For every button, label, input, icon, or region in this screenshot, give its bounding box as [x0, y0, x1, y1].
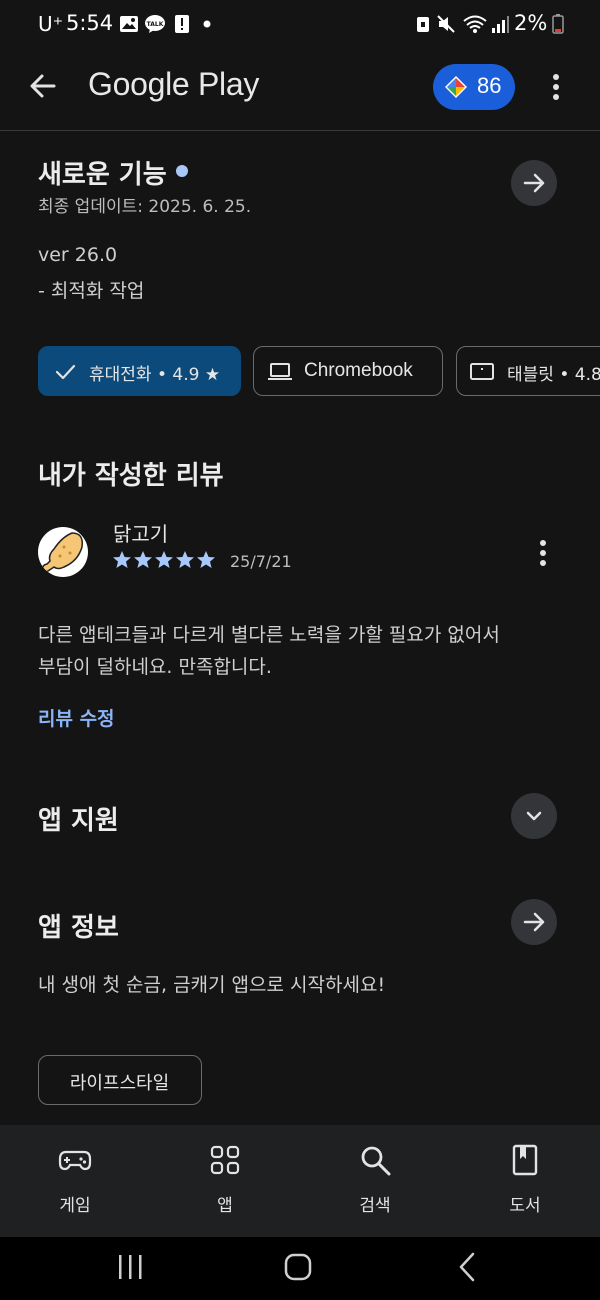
nav-search-label: 검색	[359, 1196, 391, 1216]
chicken-leg-icon	[42, 532, 84, 573]
review-more-button[interactable]	[531, 535, 555, 571]
battery-percent: 2%	[514, 11, 548, 35]
star-icon	[134, 551, 152, 568]
more-vert-icon	[553, 74, 559, 100]
back-button[interactable]	[24, 66, 64, 106]
recents-icon	[119, 1255, 142, 1279]
signal-icon	[492, 16, 509, 33]
chip-chromebook[interactable]: Chromebook	[253, 346, 443, 396]
chip-phone-label: 휴대전화 • 4.9 ★	[89, 365, 221, 385]
play-points-count: 86	[477, 73, 502, 98]
chip-tablet-label: 태블릿 • 4.8	[507, 365, 600, 385]
star-icon	[197, 551, 215, 568]
battery-icon	[552, 14, 564, 34]
edit-review-link[interactable]: 리뷰 수정	[38, 704, 115, 731]
home-icon	[284, 1253, 312, 1281]
recent-apps-button[interactable]	[110, 1251, 150, 1283]
book-icon	[512, 1144, 538, 1176]
app-info-title: 앱 정보	[38, 913, 119, 943]
review-text-line2: 부담이 덜하네요. 만족합니다.	[38, 656, 272, 678]
app-description: 내 생애 첫 순금, 금캐기 앱으로 시작하세요!	[38, 974, 386, 996]
system-back-button[interactable]	[448, 1250, 488, 1284]
review-author: 닭고기	[113, 522, 169, 546]
svg-text:TALK: TALK	[147, 21, 164, 28]
app-support-expand-button[interactable]	[511, 793, 557, 839]
app-title: Google Play	[88, 66, 260, 102]
gamepad-icon	[58, 1150, 92, 1171]
status-bar: U⁺ 5:54 TALK 2%	[0, 0, 600, 48]
arrow-forward-icon	[523, 912, 545, 932]
wifi-icon	[463, 15, 487, 33]
nav-apps[interactable]: 앱	[175, 1125, 275, 1237]
avatar	[38, 527, 88, 577]
more-menu-button[interactable]	[544, 68, 568, 106]
category-chip[interactable]: 라이프스타일	[38, 1055, 202, 1105]
nav-books-label: 도서	[509, 1196, 541, 1216]
image-icon	[120, 16, 138, 32]
star-icon	[155, 551, 173, 568]
new-dot-icon	[176, 165, 188, 177]
laptop-icon	[268, 363, 292, 380]
home-button[interactable]	[278, 1250, 318, 1284]
release-note: - 최적화 작업	[38, 280, 145, 302]
system-nav-bar	[0, 1237, 600, 1300]
nav-games[interactable]: 게임	[25, 1125, 125, 1237]
check-icon	[55, 364, 76, 380]
category-label: 라이프스타일	[69, 1073, 170, 1094]
review-date: 25/7/21	[230, 552, 292, 571]
carrier-label: U⁺	[38, 12, 64, 36]
chevron-down-icon	[526, 811, 542, 821]
nav-books[interactable]: 도서	[475, 1125, 575, 1237]
lock-icon	[417, 17, 429, 32]
review-text-line1: 다른 앱테크들과 다르게 별다른 노력을 가할 필요가 없어서	[38, 624, 500, 646]
chip-phone[interactable]: 휴대전화 • 4.9 ★	[38, 346, 241, 396]
mute-icon	[437, 15, 455, 33]
status-time: 5:54	[66, 11, 114, 35]
whats-new-title: 새로운 기능	[38, 160, 167, 190]
app-bar: Google Play 86	[0, 48, 600, 130]
nav-apps-label: 앱	[217, 1196, 233, 1216]
arrow-back-icon	[30, 74, 56, 98]
arrow-forward-icon	[523, 173, 545, 193]
chevron-left-icon	[459, 1252, 475, 1282]
dot-icon	[203, 20, 211, 28]
alert-icon	[175, 15, 189, 33]
nav-games-label: 게임	[59, 1196, 91, 1216]
chip-tablet[interactable]: 태블릿 • 4.8	[456, 346, 600, 396]
my-review-title: 내가 작성한 리뷰	[38, 461, 224, 491]
star-icon	[176, 551, 194, 568]
app-support-title: 앱 지원	[38, 806, 119, 836]
tablet-icon	[470, 363, 494, 380]
bottom-nav: 게임 앱 검색 도서	[0, 1125, 600, 1237]
app-info-arrow-button[interactable]	[511, 899, 557, 945]
more-vert-icon	[540, 540, 546, 566]
last-updated: 최종 업데이트: 2025. 6. 25.	[38, 197, 252, 217]
apps-grid-icon	[210, 1145, 240, 1175]
nav-search[interactable]: 검색	[325, 1125, 425, 1237]
search-icon	[361, 1146, 391, 1176]
chip-chromebook-label: Chromebook	[304, 360, 413, 381]
app-bar-divider	[0, 130, 600, 131]
kakaotalk-icon: TALK	[145, 15, 165, 33]
version-text: ver 26.0	[38, 244, 118, 266]
play-points-badge[interactable]: 86	[433, 64, 515, 110]
star-icon	[113, 551, 131, 568]
play-points-icon	[445, 76, 467, 98]
whats-new-arrow-button[interactable]	[511, 160, 557, 206]
